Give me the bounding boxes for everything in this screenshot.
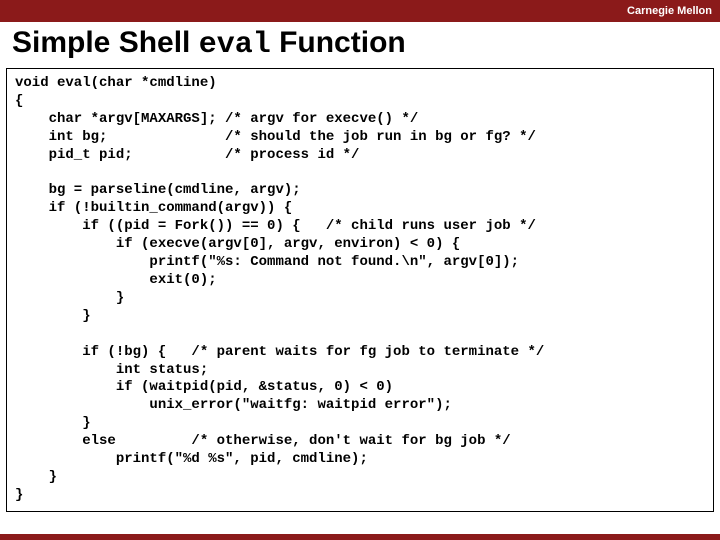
title-code: eval bbox=[199, 28, 271, 62]
header-bar: Carnegie Mellon bbox=[0, 0, 720, 22]
title-prefix: Simple Shell bbox=[12, 26, 199, 59]
title-suffix: Function bbox=[271, 26, 406, 59]
footer-bar bbox=[0, 534, 720, 540]
code-listing: void eval(char *cmdline) { char *argv[MA… bbox=[6, 68, 714, 512]
slide-title: Simple Shell eval Function bbox=[0, 22, 720, 68]
institution-label: Carnegie Mellon bbox=[627, 5, 712, 17]
